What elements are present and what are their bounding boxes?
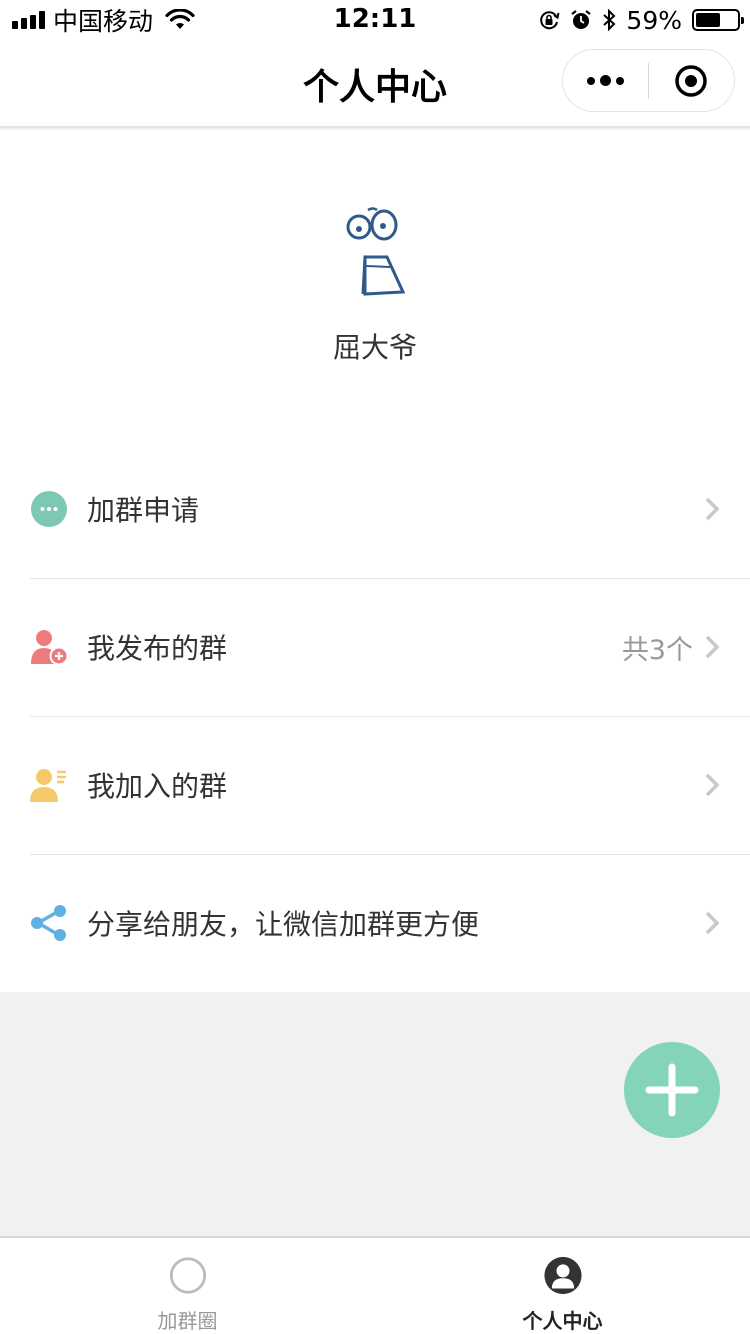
mini-program-capsule: [562, 49, 735, 112]
chevron-right-icon: [705, 497, 720, 521]
menu-list: 加群申请 我发布的群 共3个 我加入的群 分享给朋友，让微信加群更方便: [0, 440, 750, 992]
battery-icon: [692, 9, 744, 31]
menu-item-my-published-groups[interactable]: 我发布的群 共3个: [0, 578, 750, 716]
chat-bubble-icon: [31, 491, 67, 527]
navigation-bar: 个人中心: [0, 40, 750, 128]
tab-label: 个人中心: [522, 1309, 603, 1333]
more-button[interactable]: [563, 50, 648, 111]
tab-group-circle[interactable]: 加群圈: [0, 1238, 375, 1334]
avatar[interactable]: [335, 202, 415, 312]
alarm-icon: [571, 10, 592, 29]
share-icon: [31, 905, 66, 941]
menu-item-label: 我发布的群: [87, 632, 228, 665]
close-button[interactable]: [649, 50, 734, 111]
user-icon: [543, 1256, 582, 1295]
bluetooth-icon: [603, 9, 616, 31]
menu-item-label: 我加入的群: [87, 770, 228, 803]
circle-icon: [169, 1257, 206, 1294]
menu-item-my-joined-groups[interactable]: 我加入的群: [0, 716, 750, 854]
tab-profile[interactable]: 个人中心: [375, 1238, 750, 1334]
menu-item-label: 加群申请: [87, 494, 200, 527]
user-add-icon: [31, 630, 68, 666]
menu-item-join-requests[interactable]: 加群申请: [0, 440, 750, 578]
profile-header: 屈大爷: [0, 130, 750, 440]
rotation-lock-icon: [540, 11, 560, 30]
user-list-icon: [30, 769, 66, 802]
menu-item-share[interactable]: 分享给朋友，让微信加群更方便: [0, 854, 750, 992]
plus-icon: [645, 1063, 699, 1117]
chevron-right-icon: [705, 773, 720, 797]
chevron-right-icon: [705, 911, 720, 935]
chevron-right-icon: [705, 635, 720, 659]
tab-label: 加群圈: [157, 1309, 218, 1333]
battery-percent: 59%: [626, 5, 682, 35]
username: 屈大爷: [332, 331, 417, 364]
status-bar: 中国移动 12:11 59%: [0, 0, 750, 40]
close-target-icon: [675, 64, 708, 97]
published-count: 共3个: [621, 634, 693, 666]
add-group-button[interactable]: [624, 1042, 720, 1138]
menu-item-label: 分享给朋友，让微信加群更方便: [87, 908, 480, 941]
tab-bar: 加群圈 个人中心: [0, 1236, 750, 1334]
